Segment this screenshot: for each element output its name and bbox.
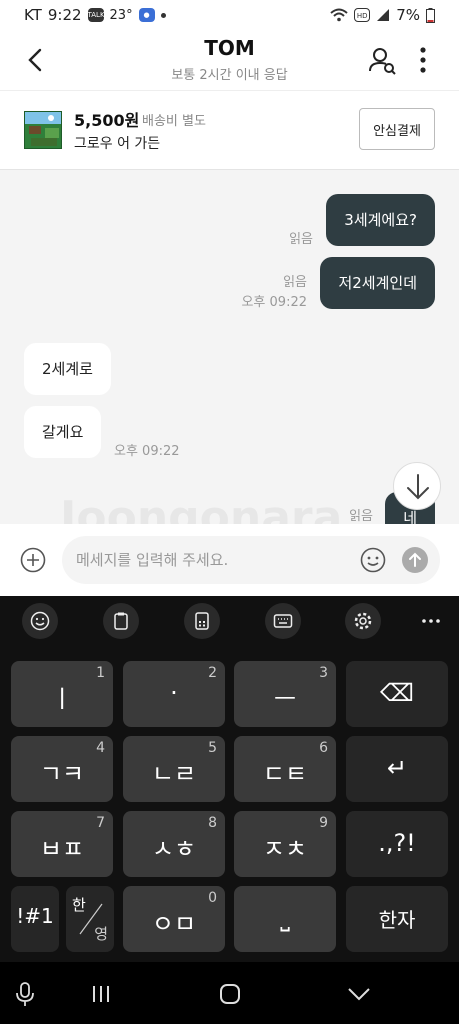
keyboard: 1ㅣ 2 · 3ㅡ ⌫ 4 ㄱㅋ 5 ㄴㄹ 6 ㄷㅌ ↵ 7 ㅂㅍ 8 ㅅㅎ 9 ㅈㅊ .,?… (0, 646, 459, 962)
emoji-icon[interactable] (360, 547, 386, 573)
safe-payment-button[interactable]: 안심결제 (359, 108, 435, 150)
read-receipt: 읽음 (283, 275, 307, 290)
more-notifications-icon (160, 12, 166, 18)
settings-button[interactable] (345, 603, 381, 639)
recent-apps-icon[interactable] (86, 980, 116, 1008)
emoji-keyboard-button[interactable] (22, 603, 58, 639)
read-receipt: 읽음 (349, 509, 373, 524)
hd-icon: HD (354, 8, 371, 22)
key-giyeok[interactable]: 4 ㄱㅋ (11, 736, 113, 802)
talk-icon: TALK (87, 8, 105, 22)
punctuation-key[interactable]: .,?! (346, 811, 448, 877)
status-bar: KT 9:22 TALK 23° ● HD 7% (0, 0, 459, 30)
emoji-icon (30, 611, 50, 631)
battery-icon (426, 7, 435, 23)
message-input-container (62, 536, 440, 584)
product-thumbnail (24, 111, 62, 149)
enter-key[interactable]: ↵ (346, 736, 448, 802)
key-dot[interactable]: 2 · (123, 661, 225, 727)
chat-header: TOM 보통 2시간 이내 응답 (0, 30, 459, 90)
scroll-to-bottom-button[interactable] (393, 462, 441, 510)
message-composer (0, 524, 459, 596)
message-time: 오후 09:22 (114, 444, 180, 459)
backspace-icon: ⌫ (380, 679, 414, 707)
key-digeut[interactable]: 6 ㄷㅌ (234, 736, 336, 802)
battery-percent: 7% (396, 6, 420, 24)
keypad-icon (195, 612, 209, 630)
message-bubble-received[interactable]: 갈게요 (24, 406, 102, 458)
home-icon[interactable] (215, 980, 245, 1008)
message-bubble-sent[interactable]: 3세계에요? (326, 194, 435, 246)
carrier-label: KT (24, 6, 42, 24)
space-key[interactable]: ⎵ (234, 886, 336, 952)
key-siot[interactable]: 8 ㅅㅎ (123, 811, 225, 877)
key-bieup[interactable]: 7 ㅂㅍ (11, 811, 113, 877)
chevron-down-icon[interactable] (344, 980, 374, 1008)
keyboard-mode-button[interactable] (265, 603, 301, 639)
key-nieun[interactable]: 5 ㄴㄹ (123, 736, 225, 802)
clock: 9:22 (47, 6, 82, 24)
user-search-icon[interactable] (367, 44, 399, 76)
keypad-button[interactable] (184, 603, 220, 639)
product-price: 5,500원 (74, 111, 140, 130)
message-input[interactable] (76, 536, 356, 584)
more-horizontal-icon[interactable] (420, 611, 442, 631)
clipboard-button[interactable] (103, 603, 139, 639)
message-bubble-received[interactable]: 2세계로 (24, 343, 111, 395)
plus-icon[interactable] (20, 547, 46, 573)
arrow-up-icon (409, 552, 421, 567)
symbols-key[interactable]: !#1 (11, 886, 59, 952)
enter-icon: ↵ (386, 754, 408, 782)
keyboard-toolbar (0, 596, 459, 646)
hanja-key[interactable]: 한자 (346, 886, 448, 952)
shipping-note: 배송비 별도 (142, 114, 206, 129)
wifi-icon (330, 8, 348, 22)
message-bubble-sent[interactable]: 저2세계인데 (320, 257, 435, 309)
key-i[interactable]: 1ㅣ (11, 661, 113, 727)
space-icon: ⎵ (280, 904, 290, 932)
temperature: 23° (109, 7, 133, 23)
message-list[interactable]: Joongonara 읽음 3세계에요? 읽음 오후 09:22 저2세계인데 … (0, 170, 459, 524)
app-notification-icon: ● (138, 8, 155, 22)
microphone-icon[interactable] (10, 980, 40, 1008)
clipboard-icon (114, 612, 128, 630)
system-nav-bar (0, 962, 459, 1024)
send-button[interactable] (402, 547, 428, 573)
more-vertical-icon[interactable] (411, 44, 435, 76)
signal-icon (377, 9, 390, 21)
key-eu[interactable]: 3ㅡ (234, 661, 336, 727)
key-ieung[interactable]: 0 ㅇㅁ (123, 886, 225, 952)
key-jieut[interactable]: 9 ㅈㅊ (234, 811, 336, 877)
language-toggle-key[interactable]: 한 영 (66, 886, 114, 952)
gear-icon (354, 612, 372, 630)
read-receipt: 읽음 (289, 232, 313, 247)
product-title: 그로우 어 가든 (74, 136, 161, 152)
product-card[interactable]: 5,500원 배송비 별도 그로우 어 가든 안심결제 (0, 90, 459, 170)
message-time: 오후 09:22 (241, 295, 307, 310)
watermark: Joongonara (60, 492, 343, 524)
keyboard-icon (273, 614, 293, 628)
backspace-key[interactable]: ⌫ (346, 661, 448, 727)
arrow-down-icon (407, 474, 429, 500)
